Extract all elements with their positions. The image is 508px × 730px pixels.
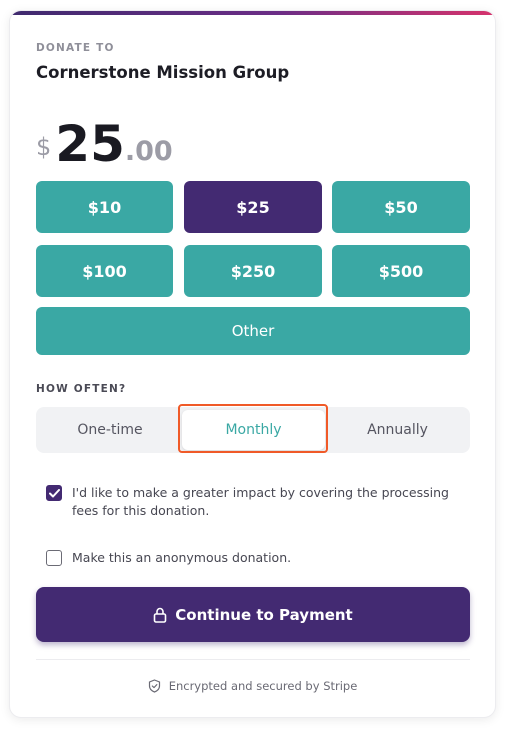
security-text: Encrypted and secured by Stripe (168, 679, 358, 693)
frequency-monthly[interactable]: Monthly (182, 410, 325, 450)
checkmark-icon (48, 488, 60, 497)
shield-icon (148, 679, 161, 693)
accent-bar (10, 11, 495, 15)
divider (36, 659, 470, 660)
anonymous-option[interactable]: Make this an anonymous donation. (46, 549, 291, 567)
donation-card: DONATE TO Cornerstone Mission Group $ 25… (9, 10, 496, 718)
currency-symbol: $ (36, 133, 52, 161)
amount-whole: 25 (55, 115, 125, 173)
amount-button-50[interactable]: $50 (332, 181, 470, 233)
organization-name: Cornerstone Mission Group (36, 63, 290, 82)
amount-button-100[interactable]: $100 (36, 245, 173, 297)
lock-icon (153, 607, 167, 623)
donate-to-label: DONATE TO (36, 42, 115, 54)
amount-cents: .00 (124, 136, 173, 167)
frequency-toggle: One-time Monthly Annually (36, 407, 470, 453)
amount-display: $ 25 .00 (36, 109, 173, 169)
cover-fees-label: I'd like to make a greater impact by cov… (72, 485, 449, 518)
frequency-label: HOW OFTEN? (36, 383, 127, 395)
security-note: Encrypted and secured by Stripe (10, 679, 495, 693)
anonymous-checkbox[interactable] (46, 550, 62, 566)
amount-button-25[interactable]: $25 (184, 181, 322, 233)
cover-fees-checkbox[interactable] (46, 485, 62, 501)
amount-button-250[interactable]: $250 (184, 245, 322, 297)
amount-button-500[interactable]: $500 (332, 245, 470, 297)
continue-to-payment-button[interactable]: Continue to Payment (36, 587, 470, 642)
continue-to-payment-label: Continue to Payment (175, 605, 353, 624)
frequency-annually[interactable]: Annually (325, 407, 470, 453)
anonymous-label: Make this an anonymous donation. (72, 550, 292, 565)
frequency-one-time[interactable]: One-time (36, 407, 184, 453)
amount-button-10[interactable]: $10 (36, 181, 173, 233)
cover-fees-option[interactable]: I'd like to make a greater impact by cov… (46, 484, 456, 520)
other-amount-button[interactable]: Other (36, 307, 470, 355)
